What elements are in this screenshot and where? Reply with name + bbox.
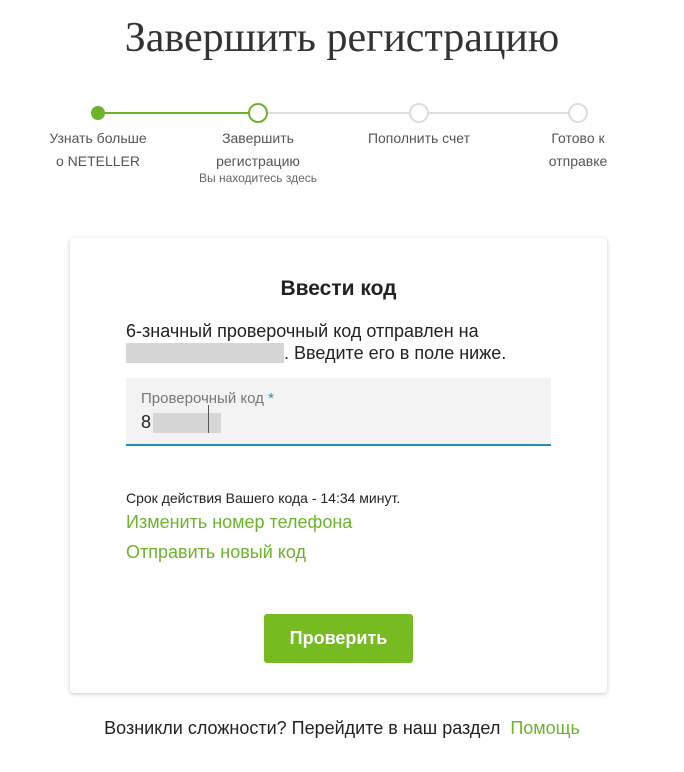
code-sent-description: 6-значный проверочный код отправлен на .… <box>126 321 507 363</box>
text-caret <box>208 405 209 433</box>
step-1-complete-dot <box>91 106 105 120</box>
masked-code-digits <box>153 412 222 433</box>
step-4-future-dot <box>568 103 588 123</box>
verification-code-input[interactable]: Проверочный код * 8 <box>126 378 551 446</box>
masked-phone-number <box>126 343 284 363</box>
code-expiry-text: Срок действия Вашего кода - 14:34 минут. <box>126 490 401 506</box>
verify-button[interactable]: Проверить <box>264 614 413 663</box>
help-row: Возникли сложности? Перейдите в наш разд… <box>0 718 684 739</box>
required-marker: * <box>268 390 274 407</box>
step-4-label: Готово к отправке <box>548 130 608 169</box>
step-3-future-dot <box>409 103 429 123</box>
card-title: Ввести код <box>280 277 397 300</box>
verification-code-value: 8 <box>141 412 222 433</box>
step-2-current-note: Вы находитесь здесь <box>198 171 318 185</box>
help-text: Возникли сложности? Перейдите в наш разд… <box>104 718 501 738</box>
step-2-label: Завершить регистрацию <box>216 130 300 169</box>
step-3-label: Пополнить счет <box>367 130 471 146</box>
resend-code-link[interactable]: Отправить новый код <box>126 542 306 563</box>
step-2-current-dot <box>248 103 268 123</box>
help-link[interactable]: Помощь <box>510 718 580 738</box>
step-1-label: Узнать больше о NETELLER <box>49 130 147 169</box>
stepper-line-completed <box>98 112 258 114</box>
registration-stepper: Узнать больше о NETELLER Завершить регис… <box>0 0 684 200</box>
verification-card: Ввести код 6-значный проверочный код отп… <box>70 238 607 693</box>
change-phone-link[interactable]: Изменить номер телефона <box>126 512 352 533</box>
